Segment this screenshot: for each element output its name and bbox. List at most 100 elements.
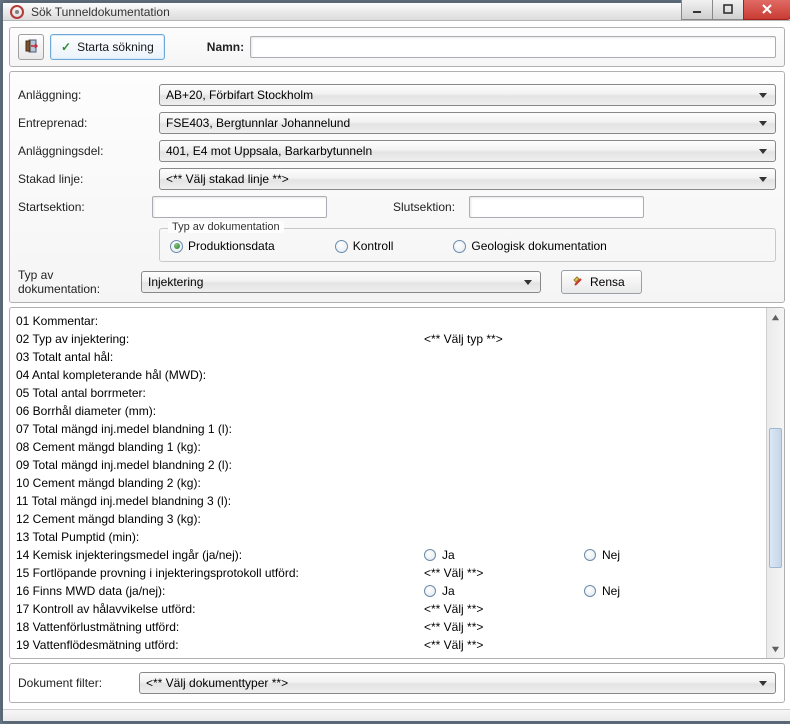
list-row: 01 Kommentar:	[16, 312, 760, 330]
list-row-placeholder[interactable]: <** Välj **>	[424, 566, 483, 580]
stakad-linje-label: Stakad linje:	[18, 172, 153, 186]
radio-icon[interactable]	[424, 549, 436, 561]
list-row-label: 11 Total mängd inj.medel blandning 3 (l)…	[16, 494, 424, 508]
entreprenad-label: Entreprenad:	[18, 116, 153, 130]
anlaggning-select[interactable]: AB+20, Förbifart Stockholm	[159, 84, 776, 106]
start-search-label: Starta sökning	[77, 40, 154, 54]
radio-icon[interactable]	[584, 549, 596, 561]
entreprenad-value: FSE403, Bergtunnlar Johannelund	[166, 116, 350, 130]
parameter-list: 01 Kommentar:02 Typ av injektering:<** V…	[9, 307, 785, 659]
scroll-up-button[interactable]	[767, 308, 784, 326]
radio-geologisk-label: Geologisk dokumentation	[471, 239, 606, 253]
name-input[interactable]	[250, 36, 776, 58]
radio-icon[interactable]	[424, 585, 436, 597]
list-row: 02 Typ av injektering:<** Välj typ **>	[16, 330, 760, 348]
window-buttons	[682, 0, 790, 20]
list-row-label: 09 Total mängd inj.medel blandning 2 (l)…	[16, 458, 424, 472]
list-row-col2: <** Välj **>	[424, 602, 584, 616]
exit-button[interactable]	[18, 34, 44, 60]
exit-icon	[23, 38, 39, 57]
list-row: 19 Vattenflödesmätning utförd:<** Välj *…	[16, 636, 760, 654]
maximize-button[interactable]	[712, 0, 744, 20]
list-body: 01 Kommentar:02 Typ av injektering:<** V…	[10, 308, 766, 658]
dokument-filter-label: Dokument filter:	[18, 676, 133, 690]
radio-kontroll[interactable]: Kontroll	[335, 239, 394, 253]
list-row-label: 17 Kontroll av hålavvikelse utförd:	[16, 602, 424, 616]
list-row-label: 07 Total mängd inj.medel blandning 1 (l)…	[16, 422, 424, 436]
list-row: 05 Total antal borrmeter:	[16, 384, 760, 402]
list-row: 14 Kemisk injekteringsmedel ingår (ja/ne…	[16, 546, 760, 564]
option-ja-label: Ja	[442, 548, 455, 562]
radio-produktionsdata[interactable]: Produktionsdata	[170, 239, 275, 253]
radio-geologisk[interactable]: Geologisk dokumentation	[453, 239, 606, 253]
list-row-placeholder[interactable]: <** Välj typ **>	[424, 332, 503, 346]
list-row-col2: <** Välj **>	[424, 638, 584, 652]
scroll-thumb[interactable]	[769, 428, 782, 568]
dokument-filter-panel: Dokument filter: <** Välj dokumenttyper …	[9, 663, 785, 703]
list-row-col2: <** Välj typ **>	[424, 332, 584, 346]
list-row-label: 01 Kommentar:	[16, 314, 424, 328]
list-row-label: 16 Finns MWD data (ja/nej):	[16, 584, 424, 598]
anlaggning-value: AB+20, Förbifart Stockholm	[166, 88, 313, 102]
list-row-label: 13 Total Pumptid (min):	[16, 530, 424, 544]
list-row: 10 Cement mängd blanding 2 (kg):	[16, 474, 760, 492]
list-row: 12 Cement mängd blanding 3 (kg):	[16, 510, 760, 528]
option-nej-label: Nej	[602, 584, 620, 598]
list-row: 13 Total Pumptid (min):	[16, 528, 760, 546]
list-row-label: 06 Borrhål diameter (mm):	[16, 404, 424, 418]
statusbar	[3, 709, 790, 721]
clear-icon	[572, 276, 584, 288]
scrollbar[interactable]	[766, 308, 784, 658]
list-row-col3: Nej	[584, 584, 724, 598]
typ-dok-select[interactable]: Injektering	[141, 271, 541, 293]
titlebar: Sök Tunneldokumentation	[3, 3, 790, 21]
list-row-col2: Ja	[424, 584, 584, 598]
list-row-label: 12 Cement mängd blanding 3 (kg):	[16, 512, 424, 526]
content-area: ✓ Starta sökning Namn: Anläggning: AB+20…	[3, 21, 790, 709]
doktype-legend: Typ av dokumentation	[168, 221, 284, 233]
list-row-label: 18 Vattenförlustmätning utförd:	[16, 620, 424, 634]
startsektion-input[interactable]	[152, 196, 327, 218]
list-row-col2: <** Välj **>	[424, 620, 584, 634]
list-row-label: 10 Cement mängd blanding 2 (kg):	[16, 476, 424, 490]
toolbar-panel: ✓ Starta sökning Namn:	[9, 27, 785, 67]
radio-dot-icon	[453, 240, 466, 253]
window-title: Sök Tunneldokumentation	[31, 5, 682, 19]
dokument-filter-value: <** Välj dokumenttyper **>	[146, 676, 288, 690]
list-row: 08 Cement mängd blanding 1 (kg):	[16, 438, 760, 456]
check-icon: ✓	[61, 40, 71, 54]
rensa-button[interactable]: Rensa	[561, 270, 642, 294]
list-row-col2: Ja	[424, 548, 584, 562]
list-row-placeholder[interactable]: <** Välj **>	[424, 638, 483, 652]
radio-dot-icon	[335, 240, 348, 253]
minimize-button[interactable]	[681, 0, 713, 20]
option-nej-label: Nej	[602, 548, 620, 562]
stakad-linje-select[interactable]: <** Välj stakad linje **>	[159, 168, 776, 190]
list-row-label: 02 Typ av injektering:	[16, 332, 424, 346]
slutsektion-label: Slutsektion:	[393, 200, 455, 214]
list-row: 16 Finns MWD data (ja/nej): Ja Nej	[16, 582, 760, 600]
app-icon	[9, 4, 25, 20]
list-row-label: 15 Fortlöpande provning i injekteringspr…	[16, 566, 424, 580]
close-button[interactable]	[743, 0, 790, 20]
anlaggningsdel-select[interactable]: 401, E4 mot Uppsala, Barkarbytunneln	[159, 140, 776, 162]
list-row: 03 Totalt antal hål:	[16, 348, 760, 366]
list-row: 11 Total mängd inj.medel blandning 3 (l)…	[16, 492, 760, 510]
list-row-placeholder[interactable]: <** Välj **>	[424, 620, 483, 634]
scroll-down-button[interactable]	[767, 640, 784, 658]
radio-icon[interactable]	[584, 585, 596, 597]
window-root: Sök Tunneldokumentation ✓ Starta sökning	[2, 2, 790, 722]
anlaggningsdel-label: Anläggningsdel:	[18, 144, 153, 158]
list-row-col3: Nej	[584, 548, 724, 562]
rensa-label: Rensa	[590, 275, 625, 289]
list-row-placeholder[interactable]: <** Välj **>	[424, 602, 483, 616]
typ-dok-label: Typ av dokumentation:	[18, 268, 135, 296]
startsektion-label: Startsektion:	[18, 200, 146, 214]
start-search-button[interactable]: ✓ Starta sökning	[50, 34, 165, 60]
option-ja-label: Ja	[442, 584, 455, 598]
list-row: 04 Antal kompleterande hål (MWD):	[16, 366, 760, 384]
slutsektion-input[interactable]	[469, 196, 644, 218]
doktype-groupbox: Typ av dokumentation Produktionsdata Kon…	[159, 228, 776, 262]
dokument-filter-select[interactable]: <** Välj dokumenttyper **>	[139, 672, 776, 694]
entreprenad-select[interactable]: FSE403, Bergtunnlar Johannelund	[159, 112, 776, 134]
